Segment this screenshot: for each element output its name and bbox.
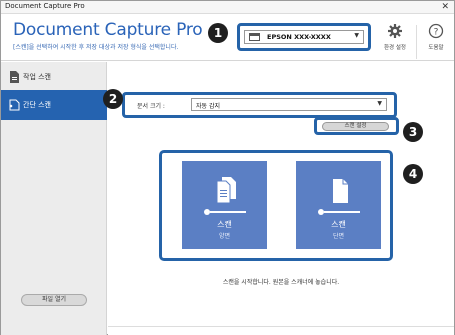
header: Document Capture Pro [스캔]을 선택하여 시작한 후 저장…: [1, 15, 454, 61]
scan-duplex-button[interactable]: 스캔 양면: [182, 161, 267, 249]
chevron-down-icon: ▼: [354, 32, 359, 39]
sidebar-item-label: 작업 스캔: [23, 73, 51, 81]
callout-badge-3: 3: [403, 122, 423, 142]
document-size-value: 자동 감지: [196, 103, 220, 110]
scan-simplex-button[interactable]: 스캔 단면: [296, 161, 381, 249]
sidebar-item-label: 간단 스캔: [23, 101, 51, 109]
scanner-select-callout: EPSON XXX-XXXX ▼: [237, 23, 371, 51]
help-button[interactable]: ? 도움말: [418, 23, 454, 61]
scan-line: [324, 211, 360, 213]
divider: [108, 326, 454, 327]
tile-title: 스캔: [217, 220, 232, 229]
sidebar-item-job-scan[interactable]: 작업 스캔: [1, 62, 107, 92]
app-description: [스캔]을 선택하여 시작한 후 저장 대상과 저장 형식을 선택합니다.: [13, 44, 179, 51]
sidebar: 작업 스캔 간단 스캔 파일 열기: [1, 62, 107, 335]
document-size-label: 문서 크기 :: [137, 103, 165, 110]
settings-label: 환경 설정: [384, 45, 406, 51]
status-text: 스캔을 시작합니다. 원본을 스캐너에 놓습니다.: [222, 279, 340, 286]
scan-line: [210, 211, 246, 213]
simple-scan-icon: [9, 99, 20, 111]
open-file-button[interactable]: 파일 열기: [21, 294, 87, 306]
close-icon[interactable]: ✕: [441, 1, 449, 13]
app-title: Document Capture Pro: [13, 20, 203, 40]
scan-settings-button[interactable]: 스캔 설정: [322, 122, 389, 131]
callout-badge-2: 2: [103, 89, 123, 109]
scan-settings-callout: 스캔 설정: [314, 117, 399, 135]
scanner-icon: [249, 33, 260, 41]
tile-subtitle: 양면: [218, 233, 231, 240]
scan-tiles-callout: 스캔 양면 스캔 단면: [159, 150, 393, 261]
callout-badge-1: 1: [208, 23, 228, 43]
title-bar: Document Capture Pro ✕: [1, 1, 454, 14]
document-size-select[interactable]: 자동 감지 ▼: [191, 98, 387, 111]
scanner-select-value: EPSON XXX-XXXX: [267, 33, 331, 41]
job-scan-icon: [10, 71, 19, 83]
gear-icon: [388, 24, 402, 38]
window-title: Document Capture Pro: [5, 2, 85, 10]
chevron-down-icon: ▼: [377, 100, 382, 107]
help-icon: ?: [428, 23, 444, 39]
header-divider: [416, 25, 417, 59]
tile-title: 스캔: [331, 220, 346, 229]
document-size-callout: 문서 크기 : 자동 감지 ▼: [122, 92, 397, 118]
tile-subtitle: 단면: [332, 233, 345, 240]
help-label: 도움말: [428, 45, 444, 51]
callout-badge-4: 4: [403, 164, 423, 184]
scanner-select[interactable]: EPSON XXX-XXXX ▼: [244, 30, 364, 44]
sidebar-item-simple-scan[interactable]: 간단 스캔: [1, 90, 107, 120]
settings-button[interactable]: 환경 설정: [377, 23, 413, 61]
duplex-document-icon: [216, 177, 236, 203]
svg-text:?: ?: [434, 28, 439, 38]
app-window: Document Capture Pro ✕ Document Capture …: [0, 0, 455, 335]
simplex-document-icon: [333, 179, 348, 203]
